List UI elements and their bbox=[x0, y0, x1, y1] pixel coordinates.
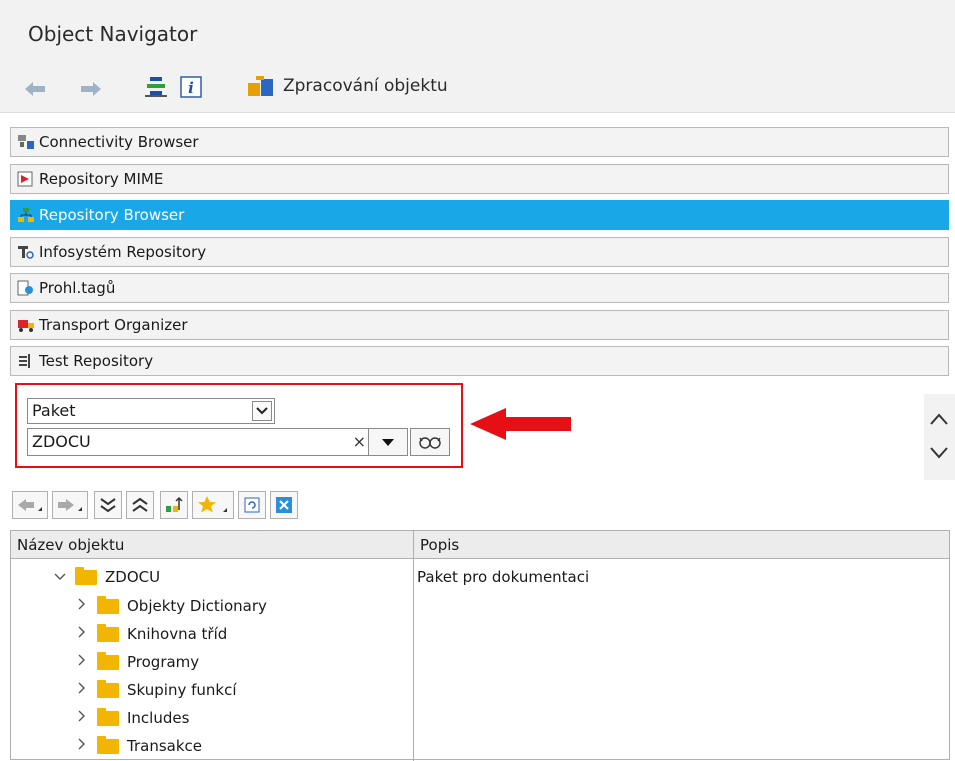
tree-node-label: Includes bbox=[127, 709, 190, 727]
glasses-icon bbox=[419, 437, 441, 449]
tree-row[interactable]: Transakce bbox=[73, 733, 202, 759]
object-type-dropdown[interactable]: Paket bbox=[27, 398, 275, 424]
refresh-button[interactable] bbox=[238, 491, 266, 519]
tree-node-label: Transakce bbox=[127, 737, 202, 755]
object-name-value: ZDOCU bbox=[32, 432, 91, 451]
nav-tag-browser[interactable]: Prohl.tagů bbox=[10, 273, 949, 303]
display-button[interactable] bbox=[410, 428, 450, 456]
nav-label: Repository MIME bbox=[39, 170, 164, 188]
tree-row-root-description: Paket pro dokumentaci bbox=[417, 564, 589, 590]
mime-icon bbox=[17, 170, 35, 188]
tree-row[interactable]: Knihovna tříd bbox=[73, 621, 227, 647]
column-header-description[interactable]: Popis bbox=[414, 531, 949, 559]
close-tree-button[interactable] bbox=[270, 491, 298, 519]
tree-forward-button[interactable] bbox=[52, 491, 88, 519]
value-help-button[interactable] bbox=[368, 428, 408, 456]
column-header-name[interactable]: Název objektu bbox=[11, 531, 413, 559]
tree-node-label: Skupiny funkcí bbox=[127, 681, 237, 699]
folder-icon bbox=[97, 595, 119, 614]
chevron-right-icon[interactable] bbox=[73, 598, 91, 614]
nav-test-repository[interactable]: Test Repository bbox=[10, 346, 949, 376]
edit-object-icon[interactable] bbox=[246, 75, 276, 97]
chevron-right-icon[interactable] bbox=[73, 682, 91, 698]
title-bar: Object Navigator bbox=[0, 0, 955, 66]
arrow-right-icon bbox=[58, 499, 82, 511]
tree-node-label: Objekty Dictionary bbox=[127, 597, 267, 615]
tree-row-root[interactable]: ZDOCU bbox=[51, 564, 160, 590]
tag-browser-icon bbox=[17, 279, 35, 297]
truck-icon bbox=[17, 316, 35, 334]
collapse-all-button[interactable] bbox=[126, 491, 154, 519]
infosystem-icon bbox=[17, 243, 35, 261]
chevron-right-icon[interactable] bbox=[73, 654, 91, 670]
nav-label: Test Repository bbox=[39, 352, 154, 370]
nav-label: Transport Organizer bbox=[39, 316, 188, 334]
folder-icon bbox=[97, 651, 119, 670]
tree-row[interactable]: Includes bbox=[73, 705, 189, 731]
tree-row[interactable]: Objekty Dictionary bbox=[73, 593, 267, 619]
nav-infosystem-repository[interactable]: Infosystém Repository bbox=[10, 237, 949, 267]
tree-back-button[interactable] bbox=[12, 491, 48, 519]
chevron-down-icon[interactable] bbox=[252, 401, 272, 421]
column-divider bbox=[413, 531, 414, 761]
folder-icon bbox=[97, 679, 119, 698]
chevron-right-icon[interactable] bbox=[73, 710, 91, 726]
refresh-icon bbox=[244, 497, 260, 513]
tree-node-label: Programy bbox=[127, 653, 200, 671]
scroll-down-icon bbox=[930, 447, 948, 459]
close-icon bbox=[276, 497, 292, 513]
nav-label: Repository Browser bbox=[39, 206, 185, 224]
chevron-right-icon[interactable] bbox=[73, 738, 91, 754]
hierarchy-button[interactable] bbox=[160, 491, 188, 519]
scroll-control bbox=[924, 394, 955, 480]
object-tree: Název objektu Popis ZDOCU Paket pro doku… bbox=[10, 530, 950, 761]
favorites-button[interactable] bbox=[192, 491, 234, 519]
chevron-down-icon[interactable] bbox=[51, 569, 69, 585]
nav-transport-organizer[interactable]: Transport Organizer bbox=[10, 310, 949, 340]
folder-open-icon bbox=[75, 566, 97, 585]
test-icon bbox=[17, 352, 35, 370]
hierarchy-sort-icon bbox=[166, 496, 183, 512]
object-selection-box: Paket ZDOCU × bbox=[15, 383, 463, 468]
connectivity-icon bbox=[17, 133, 35, 151]
edit-object-button[interactable]: Zpracování objektu bbox=[283, 76, 448, 96]
object-type-value: Paket bbox=[32, 401, 76, 420]
repository-browser-icon bbox=[17, 206, 35, 224]
nav-repository-browser[interactable]: Repository Browser bbox=[10, 200, 949, 230]
nav-repository-mime[interactable]: Repository MIME bbox=[10, 164, 949, 194]
tree-node-description: Paket pro dokumentaci bbox=[417, 568, 590, 586]
object-name-input[interactable]: ZDOCU × bbox=[27, 428, 375, 456]
tree-row[interactable]: Skupiny funkcí bbox=[73, 677, 237, 703]
arrow-right-icon[interactable] bbox=[80, 78, 102, 100]
triangle-down-icon bbox=[382, 438, 394, 446]
chevron-right-icon[interactable] bbox=[73, 626, 91, 642]
hierarchy-icon[interactable] bbox=[144, 76, 168, 98]
arrow-left-icon bbox=[18, 499, 42, 511]
window-title: Object Navigator bbox=[28, 22, 198, 46]
nav-label: Infosystém Repository bbox=[39, 243, 207, 261]
annotation-arrow-icon bbox=[468, 406, 573, 446]
tree-row[interactable]: Programy bbox=[73, 649, 199, 675]
nav-label: Prohl.tagů bbox=[39, 279, 116, 297]
double-chevron-down-icon bbox=[100, 498, 116, 513]
star-icon bbox=[198, 496, 227, 513]
double-chevron-up-icon bbox=[132, 497, 148, 512]
expand-all-button[interactable] bbox=[94, 491, 122, 519]
tree-node-label: Knihovna tříd bbox=[127, 625, 228, 643]
nav-label: Connectivity Browser bbox=[39, 133, 199, 151]
folder-icon bbox=[97, 735, 119, 754]
info-icon[interactable]: i bbox=[180, 76, 202, 98]
folder-icon bbox=[97, 707, 119, 726]
scroll-up-icon bbox=[930, 413, 948, 425]
folder-icon bbox=[97, 623, 119, 642]
tree-node-label: ZDOCU bbox=[105, 568, 161, 586]
svg-text:i: i bbox=[188, 79, 194, 97]
arrow-left-icon[interactable] bbox=[24, 78, 46, 100]
nav-connectivity-browser[interactable]: Connectivity Browser bbox=[10, 127, 949, 157]
clear-icon[interactable]: × bbox=[353, 429, 366, 455]
